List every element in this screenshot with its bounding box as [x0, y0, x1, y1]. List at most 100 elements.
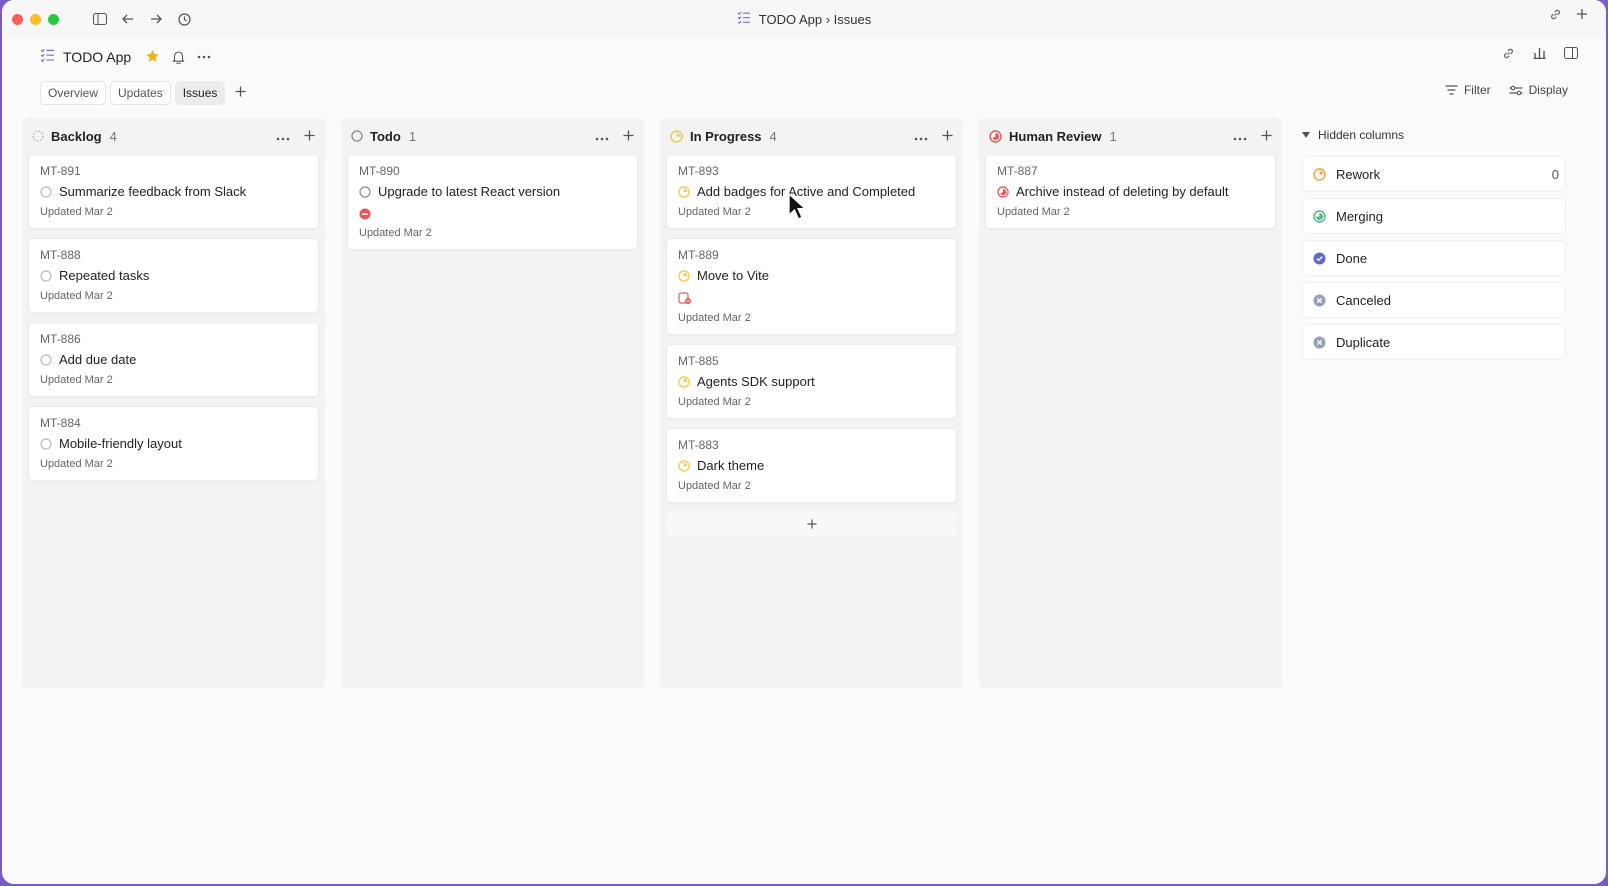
minimize-window-button[interactable]	[30, 13, 41, 25]
issue-id: MT-891	[40, 164, 81, 178]
column-count: 1	[408, 128, 417, 144]
issue-updated: Updated Mar 2	[678, 312, 751, 324]
in-progress-status-icon[interactable]	[678, 375, 690, 388]
hidden-column-merging[interactable]: Merging	[1302, 198, 1566, 234]
column-count: 4	[769, 128, 777, 144]
insights-chart-icon[interactable]	[1533, 47, 1546, 63]
column-more-icon[interactable]	[1233, 128, 1247, 144]
column-backlog: Backlog 4 MT-891 Summarize feedback from…	[22, 118, 325, 688]
issue-card[interactable]: MT-884 Mobile-friendly layout Updated Ma…	[28, 406, 319, 481]
issue-id: MT-893	[678, 164, 719, 178]
backlog-status-icon[interactable]	[40, 269, 52, 282]
tab-overview[interactable]: Overview	[40, 81, 107, 105]
issue-card[interactable]: MT-891 Summarize feedback from Slack Upd…	[28, 154, 319, 229]
display-settings-icon	[1509, 85, 1523, 95]
issue-id: MT-888	[40, 248, 81, 262]
column-title: In Progress	[690, 128, 762, 144]
blocking-icon[interactable]	[678, 292, 692, 305]
new-tab-plus-icon[interactable]	[1576, 8, 1588, 24]
in-progress-status-icon[interactable]	[678, 459, 690, 472]
filter-icon	[1445, 85, 1458, 95]
hidden-column-done[interactable]: Done	[1302, 240, 1566, 276]
issue-updated: Updated Mar 2	[359, 227, 432, 239]
issue-card[interactable]: MT-889 Move to Vite Updated Mar 2	[666, 238, 957, 335]
hidden-column-label: Canceled	[1336, 292, 1391, 308]
backlog-status-icon[interactable]	[40, 437, 52, 450]
project-name[interactable]: TODO App	[63, 49, 131, 65]
hidden-column-label: Done	[1336, 250, 1368, 266]
sidebar-toggle-icon[interactable]	[89, 8, 111, 30]
in-progress-status-icon[interactable]	[678, 185, 690, 198]
column-add-plus-icon[interactable]	[942, 128, 953, 144]
in-progress-status-icon[interactable]	[678, 269, 690, 282]
issue-title: Mobile-friendly layout	[59, 436, 182, 451]
issue-updated: Updated Mar 2	[678, 206, 751, 218]
hidden-column-count: 0	[1551, 166, 1559, 182]
issue-updated: Updated Mar 2	[678, 396, 751, 408]
rework-status-icon	[1313, 167, 1326, 181]
link-icon[interactable]	[1549, 8, 1562, 24]
backlog-status-icon[interactable]	[40, 185, 52, 198]
column-title: Backlog	[51, 128, 102, 144]
filter-label: Filter	[1463, 83, 1491, 97]
issue-card[interactable]: MT-885 Agents SDK support Updated Mar 2	[666, 344, 957, 419]
hidden-columns-toggle[interactable]: Hidden columns	[1302, 120, 1566, 150]
tab-issues[interactable]: Issues	[174, 81, 226, 105]
column-more-icon[interactable]	[595, 128, 609, 144]
human-review-status-icon	[989, 129, 1002, 143]
todo-status-icon[interactable]	[359, 185, 371, 198]
issue-updated: Updated Mar 2	[40, 290, 113, 302]
back-arrow-icon[interactable]	[117, 8, 139, 30]
column-more-icon[interactable]	[914, 128, 928, 144]
issue-updated: Updated Mar 2	[40, 206, 113, 218]
hidden-column-rework[interactable]: Rework 0	[1302, 156, 1566, 192]
copy-link-icon[interactable]	[1502, 47, 1515, 63]
title-bar: TODO App › Issues	[2, 0, 1606, 38]
issue-card[interactable]: MT-893 Add badges for Active and Complet…	[666, 154, 957, 229]
filter-button[interactable]: Filter	[1445, 83, 1491, 97]
column-more-icon[interactable]	[276, 128, 290, 144]
hidden-columns-panel: Hidden columns Rework 0 Merging Done Can…	[1298, 118, 1566, 884]
backlog-status-icon[interactable]	[40, 353, 52, 366]
close-window-button[interactable]	[12, 13, 23, 25]
hidden-column-canceled[interactable]: Canceled	[1302, 282, 1566, 318]
column-add-plus-icon[interactable]	[623, 128, 634, 144]
star-icon[interactable]	[145, 49, 160, 64]
project-header: TODO App	[2, 38, 1606, 75]
add-issue-button[interactable]	[666, 512, 957, 536]
more-options-icon[interactable]	[197, 55, 211, 59]
notification-bell-icon[interactable]	[172, 50, 185, 64]
column-count: 4	[109, 128, 117, 144]
backlog-status-icon	[32, 130, 44, 142]
display-button[interactable]: Display	[1509, 83, 1568, 97]
mouse-pointer-icon	[788, 193, 807, 220]
human-review-status-icon[interactable]	[997, 185, 1009, 198]
hidden-column-label: Duplicate	[1336, 334, 1391, 350]
issue-card[interactable]: MT-888 Repeated tasks Updated Mar 2	[28, 238, 319, 313]
details-panel-icon[interactable]	[1564, 47, 1578, 63]
blocked-icon[interactable]	[359, 208, 371, 220]
zoom-window-button[interactable]	[48, 13, 59, 25]
view-tabs: Overview Updates Issues Filter Display	[2, 75, 1606, 111]
column-title: Todo	[370, 128, 401, 144]
history-clock-icon[interactable]	[173, 8, 195, 30]
duplicate-x-icon	[1313, 336, 1326, 348]
column-title: Human Review	[1009, 128, 1102, 144]
column-add-plus-icon[interactable]	[304, 128, 315, 144]
issue-card[interactable]: MT-890 Upgrade to latest React version U…	[347, 154, 638, 250]
issue-card[interactable]: MT-887 Archive instead of deleting by de…	[985, 154, 1276, 229]
column-add-plus-icon[interactable]	[1261, 128, 1272, 144]
window-title: TODO App › Issues	[758, 11, 872, 27]
add-view-plus-icon[interactable]	[235, 84, 246, 102]
display-label: Display	[1528, 83, 1568, 97]
window-controls	[12, 13, 59, 25]
hidden-column-duplicate[interactable]: Duplicate	[1302, 324, 1566, 360]
issue-title: Archive instead of deleting by default	[1016, 184, 1229, 199]
merging-status-icon	[1313, 209, 1326, 223]
forward-arrow-icon[interactable]	[145, 8, 167, 30]
issue-card[interactable]: MT-883 Dark theme Updated Mar 2	[666, 428, 957, 503]
in-progress-status-icon	[670, 129, 683, 143]
tab-updates[interactable]: Updates	[110, 81, 171, 105]
kanban-board: Backlog 4 MT-891 Summarize feedback from…	[22, 118, 1606, 884]
issue-card[interactable]: MT-886 Add due date Updated Mar 2	[28, 322, 319, 397]
